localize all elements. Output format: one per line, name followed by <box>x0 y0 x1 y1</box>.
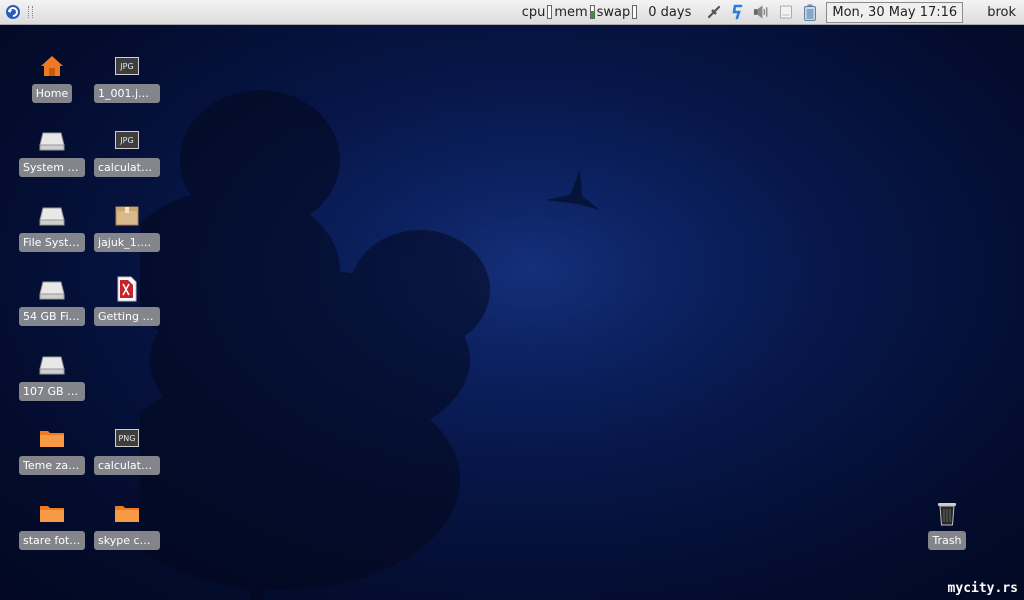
desktop-icon-label: System Re... <box>19 158 85 177</box>
desktop-icon-107gb-filesystem[interactable]: 107 GB Fil... <box>15 350 89 401</box>
swap-label: swap <box>596 4 631 20</box>
removable-drive-icon[interactable] <box>777 4 794 21</box>
desktop-icon-trash[interactable]: Trash <box>910 499 984 550</box>
cpu-meter <box>547 5 553 19</box>
desktop-icon-skype-call[interactable]: skype call ... <box>90 499 164 550</box>
desktop-icon-label: Teme za X... <box>19 456 85 475</box>
desktop-icon-label: 54 GB File... <box>19 307 85 326</box>
cpu-label: cpu <box>521 4 546 20</box>
clock[interactable]: Mon, 30 May 17:16 <box>826 1 964 23</box>
panel-drag-handle[interactable] <box>28 6 33 18</box>
top-panel: cpu mem swap 0 days Mon, 30 May 17:16 br… <box>0 0 1024 25</box>
drive-icon <box>38 126 66 154</box>
desktop-icon-label: 1_001.jpeg <box>94 84 160 103</box>
folder-icon <box>113 499 141 527</box>
desktop-icon-calculate-png[interactable]: PNG calculate_... <box>90 424 164 475</box>
system-tray <box>705 4 818 21</box>
png-file-icon: PNG <box>113 424 141 452</box>
desktop-icon-jajuk-package[interactable]: jajuk_1.9.2... <box>90 201 164 252</box>
wallpaper-bird <box>545 170 600 210</box>
jpg-file-icon: JPG <box>113 52 141 80</box>
desktop-icon-label: stare foto... <box>19 531 85 550</box>
desktop-icon-54gb-filesystem[interactable]: 54 GB File... <box>15 275 89 326</box>
battery-icon[interactable] <box>801 4 818 21</box>
package-icon <box>113 201 141 229</box>
uptime-text: 0 days <box>648 4 692 20</box>
folder-icon <box>38 499 66 527</box>
desktop-icon-label: Getting St... <box>94 307 160 326</box>
drive-icon <box>38 275 66 303</box>
wallpaper-tree-silhouette <box>140 90 490 600</box>
desktop-icon-label: 107 GB Fil... <box>19 382 85 401</box>
pdf-document-icon <box>113 275 141 303</box>
desktop-icon-label: calculate_... <box>94 456 160 475</box>
watermark: mycity.rs <box>947 581 1018 596</box>
desktop-icon-label: calculate_... <box>94 158 160 177</box>
desktop-icon-file-system[interactable]: File System <box>15 201 89 252</box>
volume-icon[interactable] <box>753 4 770 21</box>
desktop-icon-label: jajuk_1.9.2... <box>94 233 160 252</box>
jpg-file-icon: JPG <box>113 126 141 154</box>
swap-meter <box>632 5 638 19</box>
desktop-icon-calculate-jpg[interactable]: JPG calculate_... <box>90 126 164 177</box>
desktop-icon-label: skype call ... <box>94 531 160 550</box>
drive-icon <box>38 201 66 229</box>
desktop-icon-home[interactable]: Home <box>15 52 89 103</box>
desktop-icon-label: Home <box>31 84 73 103</box>
folder-icon <box>38 424 66 452</box>
desktop-icon-stare-foto[interactable]: stare foto... <box>15 499 89 550</box>
mem-meter <box>589 5 595 19</box>
mem-label: mem <box>554 4 588 20</box>
trash-icon <box>933 499 961 527</box>
desktop-icon-label: Trash <box>928 531 966 550</box>
desktop-icon-label: File System <box>19 233 85 252</box>
app-menu-button[interactable] <box>4 3 22 21</box>
system-load-monitor[interactable]: cpu mem swap <box>522 5 639 20</box>
desktop-icon-1-001-jpeg[interactable]: JPG 1_001.jpeg <box>90 52 164 103</box>
desktop-icon-teme-za-x[interactable]: Teme za X... <box>15 424 89 475</box>
update-icon[interactable] <box>729 4 746 21</box>
drive-icon <box>38 350 66 378</box>
home-folder-icon <box>38 52 66 80</box>
user-name[interactable]: brok <box>987 5 1016 20</box>
network-icon[interactable] <box>705 4 722 21</box>
desktop-icon-system-reserved[interactable]: System Re... <box>15 126 89 177</box>
app-menu-icon <box>6 5 20 19</box>
desktop-icon-getting-started-pdf[interactable]: Getting St... <box>90 275 164 326</box>
